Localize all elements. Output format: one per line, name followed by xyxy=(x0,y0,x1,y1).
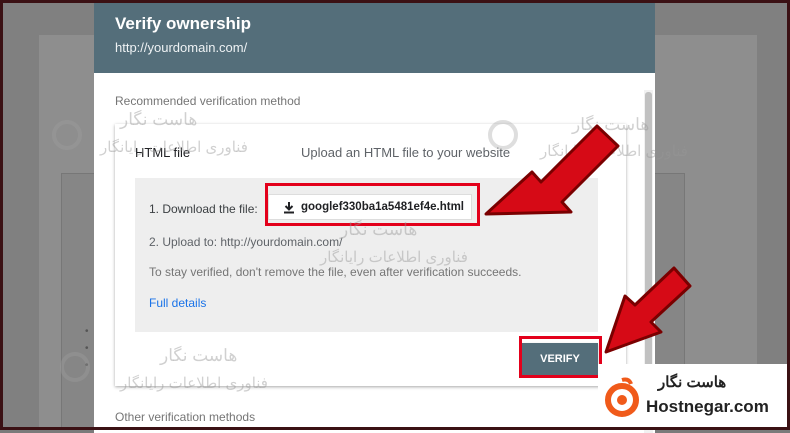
red-arrow-icon xyxy=(484,124,620,216)
brand-name: هاست نگار xyxy=(658,374,727,391)
brand-domain: Hostnegar.com xyxy=(646,397,769,416)
brand-logo-icon xyxy=(605,377,639,417)
red-arrow-icon xyxy=(604,266,692,354)
brand-badge: هاست نگار Hostnegar.com xyxy=(598,364,788,428)
